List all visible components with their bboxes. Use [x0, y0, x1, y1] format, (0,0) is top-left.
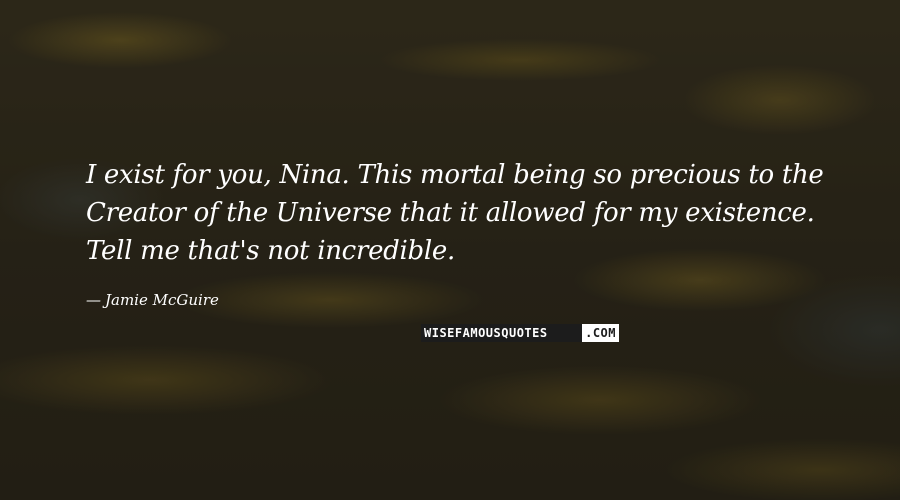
- author-dash: —: [86, 291, 101, 309]
- author-name: Jamie McGuire: [105, 291, 219, 309]
- watermark-suffix-text: .COM: [582, 324, 619, 342]
- quote-text: I exist for you, Nina. This mortal being…: [86, 160, 824, 266]
- quote-author: — Jamie McGuire: [86, 290, 219, 310]
- site-watermark-logo: WISEFAMOUSQUOTES .COM: [421, 324, 619, 342]
- watermark-main-text: WISEFAMOUSQUOTES: [421, 324, 583, 342]
